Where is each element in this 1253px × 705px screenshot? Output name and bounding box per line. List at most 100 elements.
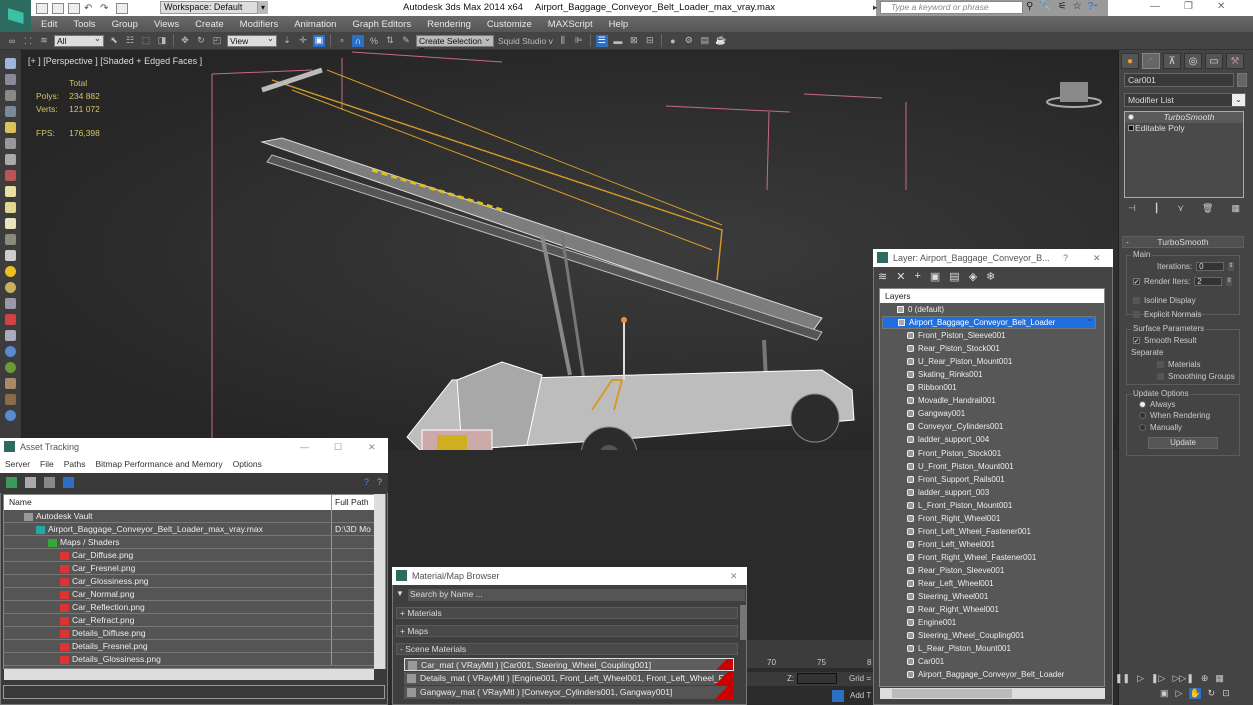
asset-horizontal-scrollbar[interactable] [4, 669, 374, 680]
hide-all-layers-icon[interactable]: ◈ [969, 270, 977, 283]
add-to-layer-icon[interactable]: + [914, 270, 920, 283]
window-crossing-icon[interactable]: ◨ [156, 35, 168, 47]
menu-maxscript[interactable]: MAXScript [540, 19, 601, 30]
layer-dialog-titlebar[interactable]: Layer: Airport_Baggage_Conveyor_B... ? ✕ [873, 249, 1113, 267]
layer-object-row[interactable]: Front_Piston_Sleeve001 [880, 329, 1104, 342]
red-object-icon[interactable] [5, 170, 16, 181]
layout-icon[interactable] [5, 106, 16, 117]
menu-views[interactable]: Views [146, 19, 187, 30]
menu-modifiers[interactable]: Modifiers [232, 19, 287, 30]
bind-spacewarp-icon[interactable]: ≋ [38, 35, 50, 47]
sky-icon[interactable] [5, 282, 16, 293]
next-frame-icon[interactable]: ❚▷ [1151, 673, 1165, 684]
stop-icon[interactable]: ❚❚ [1115, 673, 1130, 684]
asset-row[interactable]: Car_Glossiness.png [4, 575, 385, 588]
spinner-arrows-icon[interactable]: ⇕ [1228, 262, 1235, 271]
update-button[interactable]: Update [1148, 437, 1218, 449]
render-setup-icon[interactable]: ⚙ [683, 35, 695, 47]
light-icon[interactable] [5, 122, 16, 133]
sun-icon[interactable] [5, 266, 16, 277]
materials-group[interactable]: + Materials [396, 607, 738, 619]
globe-icon[interactable] [5, 410, 16, 421]
layer-manager-icon[interactable]: ☰ [595, 34, 608, 47]
always-radio[interactable] [1139, 401, 1146, 408]
mesh-light-icon[interactable] [5, 234, 16, 245]
magnet-icon[interactable] [5, 314, 16, 325]
asset-vertical-scrollbar[interactable] [374, 494, 385, 669]
thumbnail-view-icon[interactable] [44, 477, 55, 488]
layer-object-row[interactable]: L_Rear_Piston_Mount001 [880, 642, 1104, 655]
material-item[interactable]: Details_mat ( VRayMtl ) [Engine001, Fron… [404, 672, 734, 685]
layer-object-row[interactable]: Front_Support_Rails001 [880, 473, 1104, 486]
asset-row[interactable]: Details_Glossiness.png [4, 653, 385, 666]
material-scrollbar[interactable] [740, 605, 746, 640]
help-icon[interactable]: ?⁃ [1088, 1, 1099, 12]
percent-snap-icon[interactable]: % [368, 35, 380, 47]
plane-light-icon[interactable] [5, 186, 16, 197]
rect-selection-icon[interactable]: ⬚ [140, 35, 152, 47]
browser-options-icon[interactable]: ▼ [396, 589, 404, 598]
sphere-light-icon[interactable] [5, 218, 16, 229]
layer-object-row[interactable]: Front_Left_Wheel_Fastener001 [880, 525, 1104, 538]
play-icon[interactable]: ▷ [1137, 673, 1144, 684]
spinner-arrows-icon[interactable]: ⇕ [1226, 277, 1233, 286]
turbosmooth-rollout-header[interactable]: - TurboSmooth [1122, 236, 1244, 248]
delete-layer-icon[interactable]: ✕ [896, 270, 905, 283]
z-coordinate-field[interactable] [797, 673, 837, 684]
material-browser-titlebar[interactable]: Material/Map Browser ✕ [392, 567, 747, 585]
graphite-ribbon-icon[interactable]: ▬ [612, 35, 624, 47]
mirror-icon[interactable]: ⫼ [557, 35, 569, 47]
layer-object-row[interactable]: Front_Left_Wheel001 [880, 538, 1104, 551]
restore-icon[interactable]: ❐ [1184, 1, 1193, 12]
menu-create[interactable]: Create [187, 19, 232, 30]
fov-icon[interactable]: ▷ [1176, 688, 1183, 699]
asset-row[interactable]: Car_Normal.png [4, 588, 385, 601]
modify-tab-icon[interactable]: ◜ [1142, 53, 1160, 69]
layer-row-default[interactable]: 0 (default) [880, 303, 1104, 316]
rendered-frame-window-icon[interactable]: ▤ [699, 35, 711, 47]
menu-bitmap-performance[interactable]: Bitmap Performance and Memory [96, 456, 223, 473]
asset-row[interactable]: Maps / Shaders [4, 536, 385, 549]
material-item[interactable]: Gangway_mat ( VRayMtl ) [Conveyor_Cylind… [404, 686, 734, 699]
layer-object-row[interactable]: Steering_Wheel001 [880, 590, 1104, 603]
move-icon[interactable]: ✥ [179, 35, 191, 47]
render-production-icon[interactable]: ☕ [715, 35, 727, 47]
menu-edit[interactable]: Edit [31, 19, 65, 30]
minimize-icon[interactable]: — [300, 438, 309, 456]
qa-customize-dropdown[interactable]: ▾ [258, 1, 268, 14]
asset-row[interactable]: Car_Fresnel.png [4, 562, 385, 575]
curve-editor-icon[interactable]: ⊠ [628, 35, 640, 47]
edit-named-selection-icon[interactable]: ✎ [400, 35, 412, 47]
stack-item-turbosmooth[interactable]: TurboSmooth [1125, 112, 1243, 123]
stack-item-editable-poly[interactable]: Editable Poly [1125, 123, 1243, 134]
explicit-normals-checkbox[interactable] [1133, 311, 1140, 318]
proxy-icon[interactable] [5, 346, 16, 357]
viewcube[interactable] [1046, 80, 1102, 108]
menu-tools[interactable]: Tools [65, 19, 103, 30]
select-manipulate-icon[interactable]: ✛ [297, 35, 309, 47]
display-tab-icon[interactable]: ▭ [1205, 53, 1223, 69]
link-icon[interactable]: ∞ [6, 35, 18, 47]
asset-row[interactable]: Car_Diffuse.png [4, 549, 385, 562]
asset-tracking-titlebar[interactable]: Asset Tracking — ☐ ✕ [0, 438, 388, 456]
select-highlighted-icon[interactable]: ▣ [930, 270, 940, 283]
maximize-viewport-icon[interactable]: ⊡ [1222, 688, 1230, 699]
add-time-tag-button[interactable]: Add T [850, 691, 871, 700]
vault-login-icon[interactable]: ? [377, 477, 382, 489]
layer-object-row[interactable]: Engine001 [880, 616, 1104, 629]
new-layer-icon[interactable]: ≋ [878, 270, 887, 283]
freeze-all-layers-icon[interactable]: ❄ [986, 270, 995, 283]
fur-icon[interactable] [5, 330, 16, 341]
new-file-icon[interactable] [36, 2, 48, 14]
asset-row[interactable]: Details_Diffuse.png [4, 627, 385, 640]
asset-row[interactable]: Autodesk Vault [4, 510, 385, 523]
layer-object-row[interactable]: Movadle_Handrail001 [880, 394, 1104, 407]
menu-paths[interactable]: Paths [64, 456, 86, 473]
named-selection-dropdown[interactable]: Create Selection Se [416, 33, 494, 56]
teapot-icon[interactable] [5, 58, 16, 69]
layer-object-row[interactable]: Rear_Right_Wheel001 [880, 603, 1104, 616]
asset-row[interactable]: Car_Reflection.png [4, 601, 385, 614]
pin-stack-icon[interactable]: ⊣ [1128, 203, 1136, 214]
close-button[interactable]: ✕ [1093, 249, 1101, 267]
scrollbar-thumb[interactable] [892, 689, 1012, 698]
